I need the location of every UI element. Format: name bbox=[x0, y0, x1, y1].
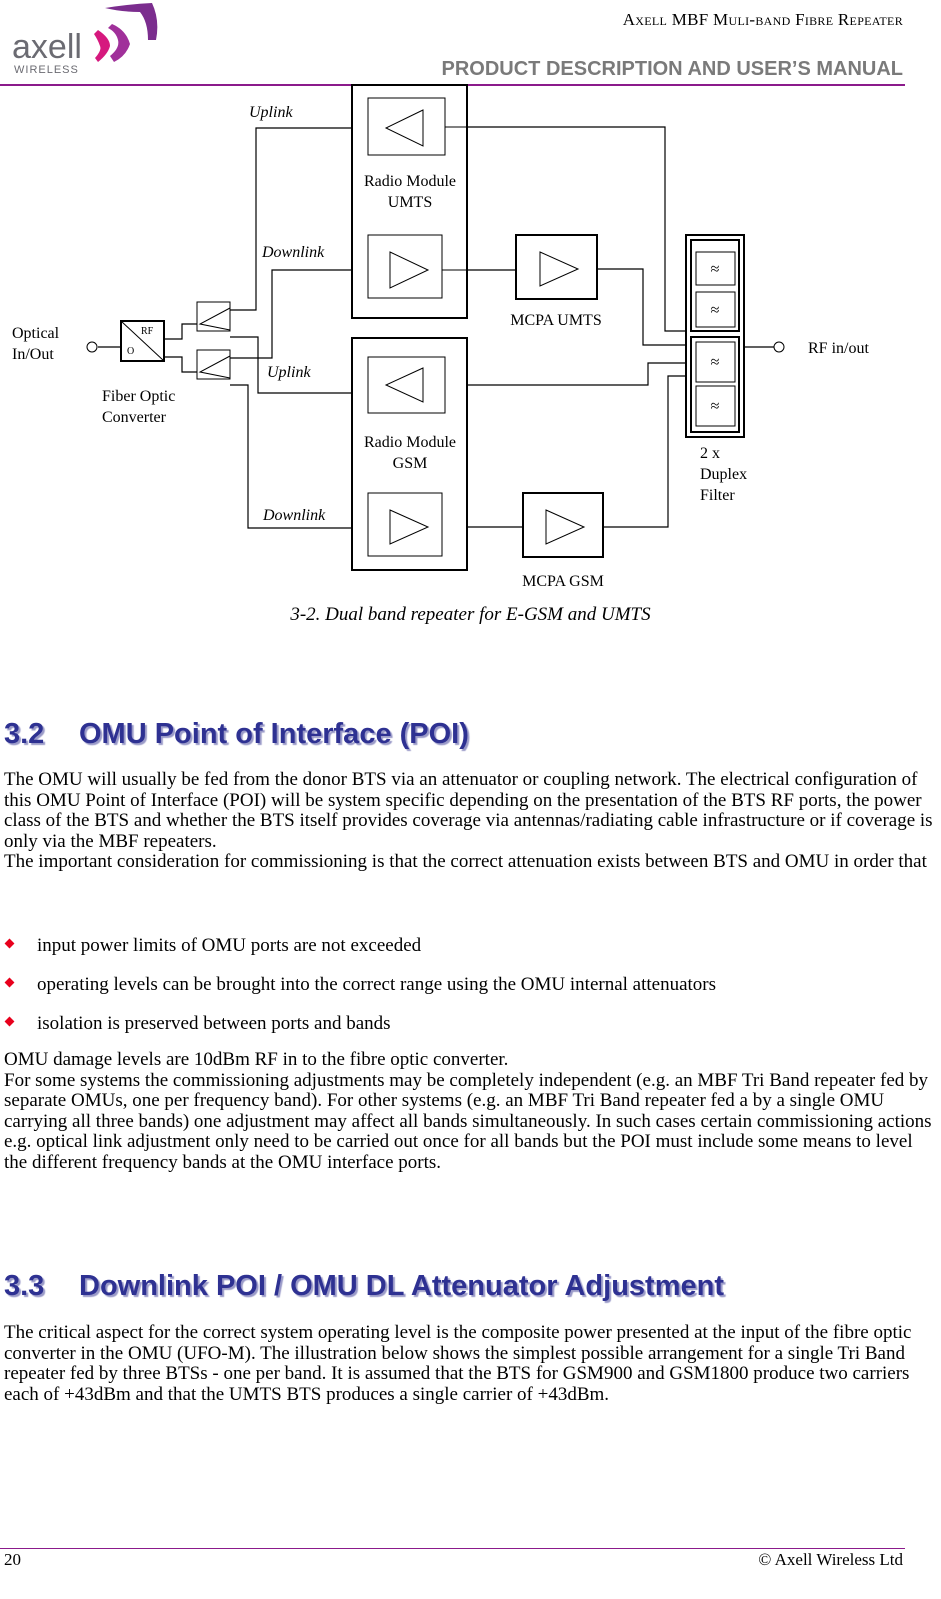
bullet-text: operating levels can be brought into the… bbox=[37, 974, 717, 995]
rm-gsm-label-1: Radio Module bbox=[364, 434, 456, 451]
section-title: OMU Point of Interface (POI) bbox=[79, 718, 469, 750]
bullet-item: isolation is preserved between ports and… bbox=[4, 1013, 391, 1034]
bandpass-filter-icon: ≈ bbox=[711, 261, 720, 278]
section-title: Downlink POI / OMU DL Attenuator Adjustm… bbox=[79, 1270, 724, 1302]
logo-text: axell bbox=[12, 28, 82, 66]
section-heading-3-3: 3.3 Downlink POI / OMU DL Attenuator Adju… bbox=[4, 1270, 724, 1303]
repeater-block-diagram: RF O Radio Module UMTS Radio Module GSM … bbox=[12, 84, 869, 590]
duplex-filter: ≈ ≈ ≈ ≈ bbox=[685, 234, 745, 438]
converter-label-2: Converter bbox=[102, 409, 167, 426]
paragraph: The OMU will usually be fed from the don… bbox=[4, 769, 933, 852]
document-subtitle: PRODUCT DESCRIPTION AND USER’S MANUAL bbox=[441, 58, 904, 80]
logo-arc-mid bbox=[108, 24, 130, 62]
bullet-text: input power limits of OMU ports are not … bbox=[37, 935, 422, 956]
logo-subtext: WIRELESS bbox=[14, 64, 79, 76]
bandpass-filter-icon: ≈ bbox=[711, 398, 720, 415]
bullet-item: operating levels can be brought into the… bbox=[4, 974, 717, 995]
rm-umts-label-1: Radio Module bbox=[364, 173, 456, 190]
bandpass-filter-icon: ≈ bbox=[711, 354, 720, 371]
umts-uplink-to-duplex bbox=[445, 126, 686, 332]
mcpa-umts: MCPA UMTS bbox=[510, 234, 602, 329]
section-number: 3.2 bbox=[4, 718, 45, 750]
mcpa-gsm: MCPA GSM bbox=[522, 492, 604, 590]
paragraph: The critical aspect for the correct syst… bbox=[4, 1322, 912, 1405]
optical-label-1: Optical bbox=[12, 325, 60, 342]
bullet-diamond-icon bbox=[4, 938, 15, 949]
bullet-diamond-icon bbox=[4, 1016, 15, 1027]
mcpa-umts-to-duplex bbox=[597, 268, 686, 346]
converter-rf-label: RF bbox=[141, 326, 154, 337]
section-heading-3-2: 3.2 OMU Point of Interface (POI) bbox=[4, 718, 469, 751]
optical-label-2: In/Out bbox=[12, 346, 54, 363]
downlink-label-umts: Downlink bbox=[261, 244, 325, 261]
axell-wireless-logo: axell WIRELESS bbox=[12, 3, 158, 76]
radio-module-gsm: Radio Module GSM bbox=[351, 337, 468, 571]
uplink-label-gsm: Uplink bbox=[267, 364, 311, 381]
splitter-2 bbox=[196, 349, 231, 380]
duplex-label-1: 2 x bbox=[700, 445, 720, 462]
mcpa-gsm-to-duplex bbox=[603, 375, 686, 528]
bullet-item: input power limits of OMU ports are not … bbox=[4, 935, 422, 956]
bullet-diamond-icon bbox=[4, 977, 15, 988]
converter-label-1: Fiber Optic bbox=[102, 388, 175, 405]
paragraph: OMU damage levels are 10dBm RF in to the… bbox=[4, 1049, 509, 1070]
section-3-2-body-2: OMU damage levels are 10dBm RF in to the… bbox=[4, 1049, 934, 1174]
radio-module-umts: Radio Module UMTS bbox=[351, 84, 468, 319]
uplink-label-umts: Uplink bbox=[249, 104, 293, 121]
rf-inout-label: RF in/out bbox=[808, 340, 869, 357]
splitter-1 bbox=[196, 301, 231, 332]
rm-gsm-label-2: GSM bbox=[393, 455, 428, 472]
copyright: © Axell Wireless Ltd bbox=[758, 1550, 903, 1569]
paragraph: For some systems the commissioning adjus… bbox=[4, 1069, 932, 1173]
bandpass-filter-icon: ≈ bbox=[711, 302, 720, 319]
uplink-umts-line bbox=[230, 127, 368, 311]
converter-o-label: O bbox=[127, 346, 134, 357]
section-3-3-body: The critical aspect for the correct syst… bbox=[4, 1322, 934, 1405]
rm-umts-label-2: UMTS bbox=[388, 194, 432, 211]
figure-caption: 3-2. Dual band repeater for E-GSM and UM… bbox=[290, 604, 651, 625]
gsm-uplink-to-duplex bbox=[445, 362, 686, 386]
mcpa-gsm-label: MCPA GSM bbox=[522, 573, 604, 590]
fiber-optic-converter: RF O bbox=[120, 320, 165, 362]
bullet-text: isolation is preserved between ports and… bbox=[37, 1013, 391, 1034]
logo-arc-inner bbox=[94, 30, 110, 62]
page-number: 20 bbox=[4, 1550, 21, 1569]
rf-port-icon bbox=[773, 341, 785, 353]
duplex-label-3: Filter bbox=[700, 487, 735, 504]
duplex-label-2: Duplex bbox=[700, 466, 747, 483]
downlink-umts-line bbox=[230, 269, 368, 359]
footer-divider bbox=[0, 1548, 905, 1549]
optical-port-icon bbox=[86, 341, 98, 353]
document-title: Axell MBF Muli-band Fibre Repeater bbox=[622, 10, 903, 29]
converter-line-2 bbox=[164, 356, 197, 373]
mcpa-umts-label: MCPA UMTS bbox=[510, 312, 601, 329]
converter-line-1 bbox=[164, 323, 197, 340]
section-number: 3.3 bbox=[4, 1270, 45, 1302]
downlink-label-gsm: Downlink bbox=[262, 507, 326, 524]
section-3-2-body: The OMU will usually be fed from the don… bbox=[4, 769, 934, 873]
paragraph: The important consideration for commissi… bbox=[4, 851, 927, 873]
logo-arc-outer bbox=[105, 3, 158, 40]
